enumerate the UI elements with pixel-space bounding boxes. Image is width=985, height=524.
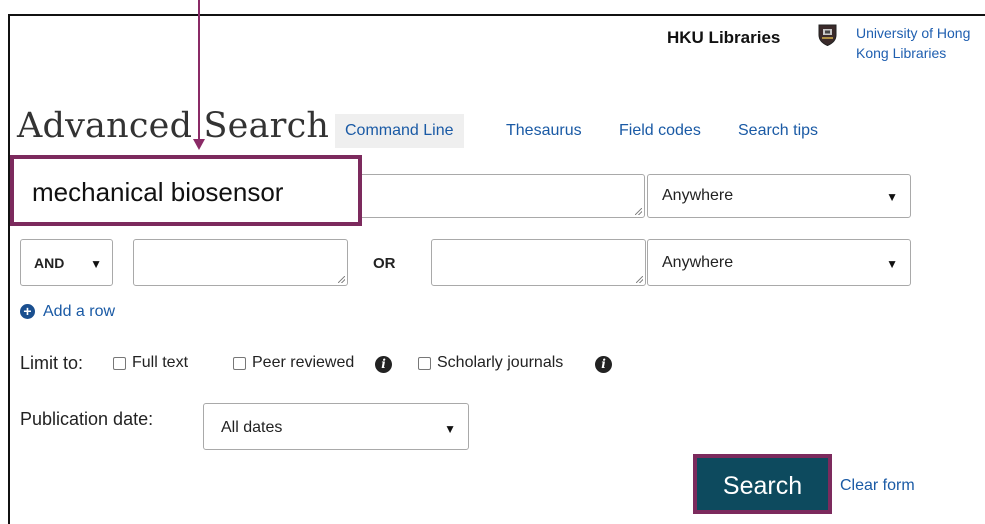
chevron-down-icon: ▼	[886, 257, 898, 271]
tab-field-codes[interactable]: Field codes	[619, 114, 701, 148]
search-button[interactable]: Search	[693, 454, 832, 514]
boolean-operator-select[interactable]: AND ▼	[20, 239, 113, 286]
resize-grip[interactable]	[636, 276, 643, 283]
field-select-2[interactable]: Anywhere ▼	[647, 239, 911, 286]
publication-date-value: All dates	[221, 419, 283, 436]
info-icon[interactable]: i	[595, 356, 612, 373]
add-row-link[interactable]: + Add a row	[20, 303, 150, 323]
full-text-checkbox[interactable]	[113, 357, 126, 370]
full-text-label: Full text	[132, 354, 189, 371]
chevron-down-icon: ▼	[886, 190, 898, 204]
query-value: mechanical biosensor	[32, 177, 284, 207]
search-term-input-1[interactable]	[340, 174, 645, 218]
field-select-2-value: Anywhere	[662, 254, 734, 271]
chevron-down-icon: ▼	[90, 257, 102, 271]
highlighted-query-box[interactable]: mechanical biosensor	[10, 155, 362, 226]
scholarly-journals-label: Scholarly journals	[437, 354, 564, 371]
tab-search-tips[interactable]: Search tips	[738, 114, 818, 148]
peer-reviewed-checkbox[interactable]	[233, 357, 246, 370]
resize-grip[interactable]	[635, 208, 642, 215]
scholarly-journals-checkbox[interactable]	[418, 357, 431, 370]
limit-to-label: Limit to:	[20, 353, 84, 373]
search-button-label: Search	[722, 472, 803, 500]
plus-circle-icon: +	[20, 304, 35, 319]
tab-thesaurus[interactable]: Thesaurus	[506, 114, 582, 148]
tab-command-line[interactable]: Command Line	[335, 114, 464, 148]
page-title: Advanced Search	[17, 106, 330, 146]
field-select-1[interactable]: Anywhere ▼	[647, 174, 911, 218]
field-select-1-value: Anywhere	[662, 187, 734, 204]
or-label: OR	[373, 255, 396, 272]
search-term-input-3[interactable]	[431, 239, 646, 286]
resize-grip[interactable]	[338, 276, 345, 283]
chevron-down-icon: ▼	[444, 422, 456, 436]
clear-form-link[interactable]: Clear form	[840, 477, 915, 495]
university-crest-icon	[818, 24, 837, 46]
peer-reviewed-label: Peer reviewed	[252, 354, 355, 371]
publication-date-label: Publication date:	[20, 409, 154, 429]
university-library-link[interactable]: University of Hong Kong Libraries	[856, 23, 985, 63]
search-term-input-2[interactable]	[133, 239, 348, 286]
publication-date-select[interactable]: All dates ▼	[203, 403, 469, 450]
boolean-operator-value: AND	[34, 255, 65, 271]
add-row-label: Add a row	[43, 303, 116, 320]
info-icon[interactable]: i	[375, 356, 392, 373]
brand-title: HKU Libraries	[667, 28, 781, 47]
